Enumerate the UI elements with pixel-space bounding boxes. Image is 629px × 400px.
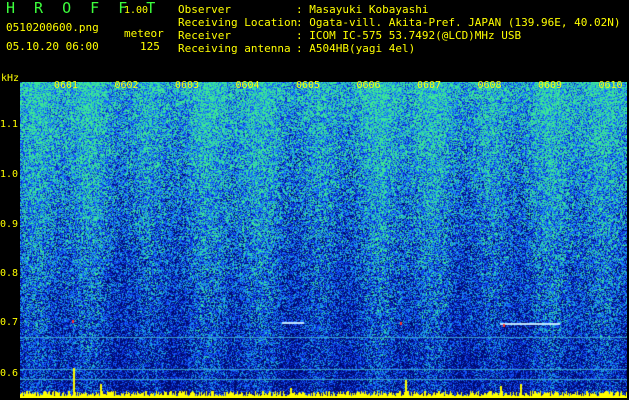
info-key: Receiving Location bbox=[178, 16, 298, 29]
y-axis-unit: kHz bbox=[1, 73, 20, 84]
meteor-label: meteor bbox=[124, 27, 164, 40]
x-tick-label: 0608 bbox=[477, 80, 502, 91]
y-tick-label: 0.6 bbox=[0, 368, 19, 379]
x-tick-label: 0606 bbox=[356, 80, 381, 91]
info-value: : Masayuki Kobayashi bbox=[296, 3, 429, 16]
meteor-count: 125 bbox=[140, 40, 160, 53]
info-row-observer: Observer : Masayuki Kobayashi bbox=[178, 3, 621, 16]
capture-datetime: 05.10.20 06:00 bbox=[6, 40, 99, 53]
info-row-location: Receiving Location: Ogata-vill. Akita-Pr… bbox=[178, 16, 621, 29]
y-tick-label: 0.7 bbox=[0, 317, 19, 328]
info-value: : ICOM IC-575 53.7492(@LCD)MHz USB bbox=[296, 29, 522, 42]
info-key: Receiver bbox=[178, 29, 231, 42]
file-name: 0510200600.png bbox=[6, 21, 99, 34]
x-tick-label: 0610 bbox=[598, 80, 623, 91]
spectrogram-canvas bbox=[20, 82, 627, 398]
app-version: 1.00 bbox=[124, 5, 149, 16]
x-tick-label: 0605 bbox=[296, 80, 321, 91]
y-tick-label: 1.1 bbox=[0, 119, 19, 130]
info-key: Observer bbox=[178, 3, 231, 16]
x-tick-label: 0602 bbox=[114, 80, 139, 91]
y-tick-label: 0.9 bbox=[0, 219, 19, 230]
x-tick-label: 0603 bbox=[175, 80, 200, 91]
y-tick-label: 0.8 bbox=[0, 268, 19, 279]
info-value: : Ogata-vill. Akita-Pref. JAPAN (139.96E… bbox=[296, 16, 621, 29]
info-row-antenna: Receiving antenna : A504HB(yagi 4el) bbox=[178, 42, 621, 55]
x-tick-label: 0601 bbox=[54, 80, 79, 91]
x-tick-label: 0607 bbox=[417, 80, 442, 91]
info-key: Receiving antenna bbox=[178, 42, 291, 55]
info-value: : A504HB(yagi 4el) bbox=[296, 42, 416, 55]
x-tick-label: 0609 bbox=[538, 80, 563, 91]
y-tick-label: 1.0 bbox=[0, 169, 19, 180]
station-info: Observer : Masayuki Kobayashi Receiving L… bbox=[178, 3, 621, 55]
info-row-receiver: Receiver : ICOM IC-575 53.7492(@LCD)MHz U… bbox=[178, 29, 621, 42]
x-tick-label: 0604 bbox=[235, 80, 260, 91]
